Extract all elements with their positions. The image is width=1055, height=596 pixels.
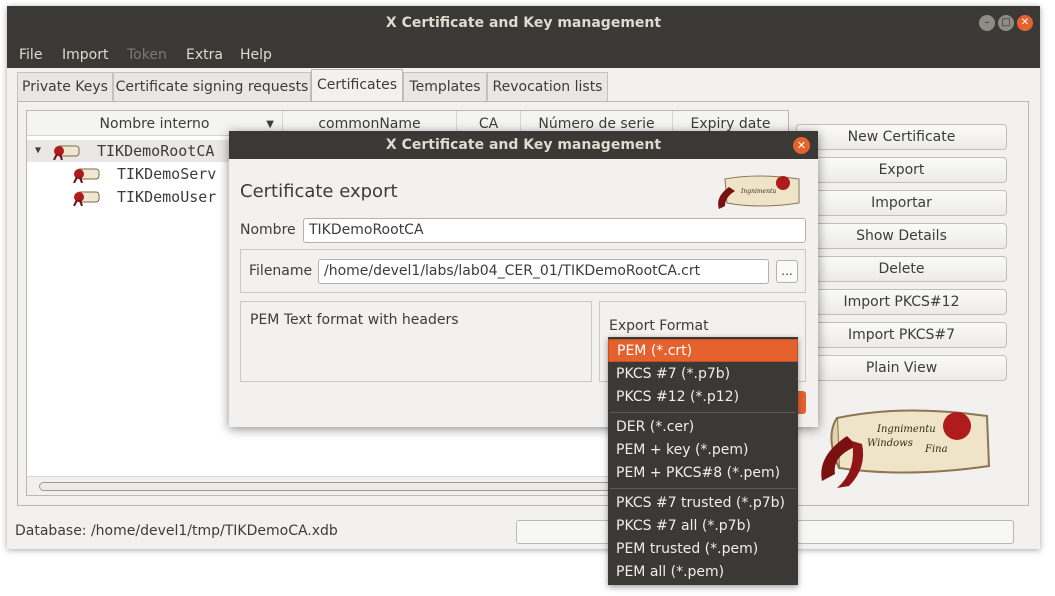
xca-logo: Ingnimentu Windows Fina <box>821 409 991 488</box>
menu-extra[interactable]: Extra <box>186 40 223 68</box>
tab-certificate-signing-requests[interactable]: Certificate signing requests <box>113 72 311 101</box>
plain-view-button[interactable]: Plain View <box>796 355 1007 381</box>
format-option-pkcs12[interactable]: PKCS #12 (*.p12) <box>608 386 798 409</box>
row-name: TIKDemoRootCA <box>97 142 215 160</box>
format-option-pkcs7-trusted[interactable]: PKCS #7 trusted (*.p7b) <box>608 492 798 515</box>
delete-button[interactable]: Delete <box>796 256 1007 282</box>
menu-import[interactable]: Import <box>62 40 108 68</box>
import-pkcs12-button[interactable]: Import PKCS#12 <box>796 289 1007 315</box>
maximize-icon[interactable]: □ <box>998 15 1014 31</box>
svg-text:Ingnimentu: Ingnimentu <box>740 188 776 195</box>
certificate-icon <box>73 168 100 183</box>
export-format-label: Export Format <box>609 318 709 334</box>
certificate-icon <box>53 145 80 160</box>
xca-logo: Ingnimentu <box>718 175 800 209</box>
format-option-pem-all[interactable]: PEM all (*.pem) <box>608 561 798 584</box>
certificate-icon <box>73 191 100 206</box>
show-details-button[interactable]: Show Details <box>796 223 1007 249</box>
format-description: PEM Text format with headers <box>250 312 459 328</box>
row-name: TIKDemoServ <box>117 165 217 183</box>
format-option-pem-key[interactable]: PEM + key (*.pem) <box>608 439 798 462</box>
expand-triangle-icon[interactable]: ▼ <box>35 140 41 162</box>
window-title: X Certificate and Key management <box>7 6 1040 40</box>
format-option-pkcs7-all[interactable]: PKCS #7 all (*.p7b) <box>608 515 798 538</box>
svg-text:Ingnimentu: Ingnimentu <box>876 424 936 435</box>
format-option-pem-pkcs8[interactable]: PEM + PKCS#8 (*.pem) <box>608 462 798 485</box>
close-icon[interactable]: ✕ <box>793 137 810 154</box>
close-icon[interactable]: ✕ <box>1017 15 1033 31</box>
dialog-title: X Certificate and Key management <box>229 131 818 159</box>
format-option-pem-trusted[interactable]: PEM trusted (*.pem) <box>608 538 798 561</box>
new-certificate-button[interactable]: New Certificate <box>796 124 1007 150</box>
export-button[interactable]: Export <box>796 157 1007 183</box>
tab-templates[interactable]: Templates <box>403 72 487 101</box>
filename-field[interactable]: /home/devel1/labs/lab04_CER_01/TIKDemoRo… <box>318 259 769 284</box>
tab-revocation-lists[interactable]: Revocation lists <box>487 72 608 101</box>
status-database: Database: /home/devel1/tmp/TIKDemoCA.xdb <box>15 523 338 539</box>
browse-button[interactable]: ... <box>776 260 798 283</box>
dropdown-separator <box>610 412 796 413</box>
menu-bar: File Import Token Extra Help <box>7 40 1040 68</box>
format-description-box: PEM Text format with headers <box>240 301 592 382</box>
name-field[interactable]: TIKDemoRootCA <box>303 218 806 243</box>
svg-text:Fina: Fina <box>924 444 948 455</box>
minimize-icon[interactable]: – <box>979 15 995 31</box>
svg-text:Windows: Windows <box>867 438 913 449</box>
column-label: Nombre interno <box>99 116 210 132</box>
dialog-heading: Certificate export <box>240 181 398 202</box>
menu-token: Token <box>127 47 167 63</box>
dropdown-separator <box>610 488 796 489</box>
export-format-dropdown[interactable]: PEM (*.crt) PKCS #7 (*.p7b) PKCS #12 (*.… <box>608 337 798 585</box>
menu-help[interactable]: Help <box>240 40 272 68</box>
name-label: Nombre <box>240 222 296 238</box>
tab-private-keys[interactable]: Private Keys <box>17 72 113 101</box>
row-name: TIKDemoUser <box>117 188 217 206</box>
import-button[interactable]: Importar <box>796 190 1007 216</box>
tab-certificates[interactable]: Certificates <box>311 69 403 102</box>
format-option-pem-crt[interactable]: PEM (*.crt) <box>608 339 798 362</box>
import-pkcs7-button[interactable]: Import PKCS#7 <box>796 322 1007 348</box>
format-option-pkcs7[interactable]: PKCS #7 (*.p7b) <box>608 363 798 386</box>
filename-group: Filename /home/devel1/labs/lab04_CER_01/… <box>240 249 806 293</box>
menu-file[interactable]: File <box>19 40 42 68</box>
filename-label: Filename <box>249 263 313 279</box>
format-option-der[interactable]: DER (*.cer) <box>608 416 798 439</box>
